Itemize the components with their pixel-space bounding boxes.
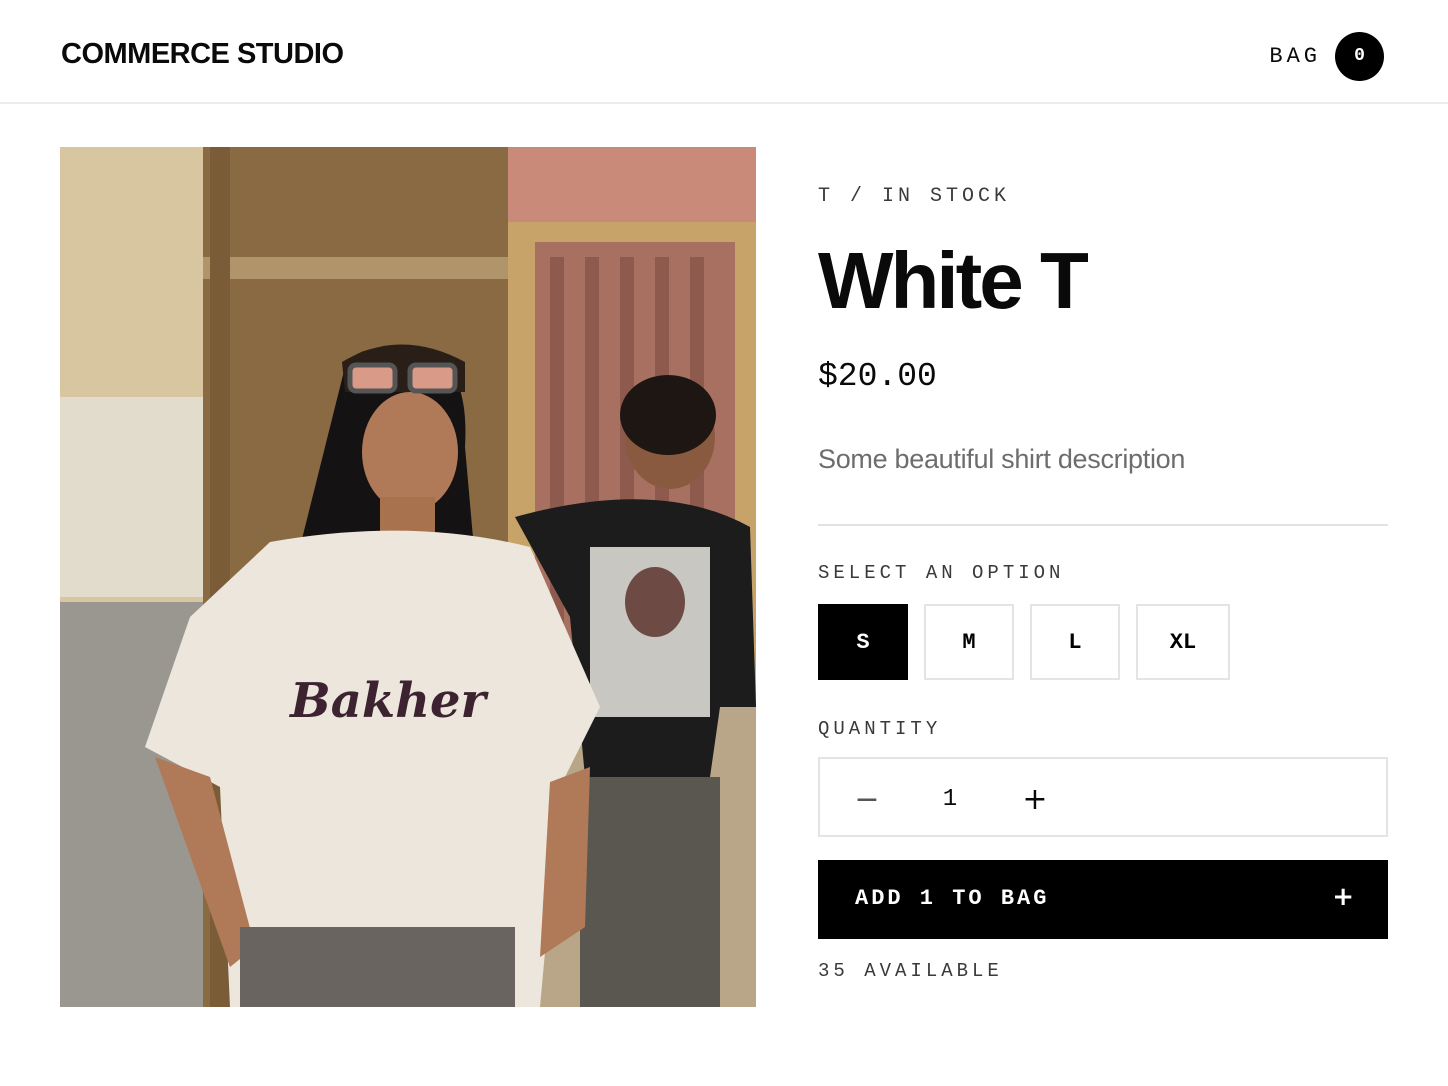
add-to-bag-label: ADD 1 TO BAG xyxy=(855,886,1050,911)
bag-label: BAG xyxy=(1269,43,1321,69)
shirt-print: Bakher xyxy=(288,673,489,729)
breadcrumb[interactable]: T / IN STOCK xyxy=(818,185,1010,208)
site-header: COMMERCE STUDIO BAG 0 xyxy=(0,0,1448,104)
size-option-xl[interactable]: XL xyxy=(1136,604,1230,680)
plus-icon: + xyxy=(1332,882,1354,912)
product-price: $20.00 xyxy=(818,358,937,395)
bag-count-badge: 0 xyxy=(1335,31,1384,81)
option-label: SELECT AN OPTION xyxy=(818,562,1065,584)
bag-button[interactable]: BAG 0 xyxy=(1269,31,1384,81)
product-photo-illustration: Bakher xyxy=(60,147,756,1007)
quantity-label: QUANTITY xyxy=(818,718,942,740)
brand-logo[interactable]: COMMERCE STUDIO xyxy=(61,36,344,72)
plus-icon[interactable]: + xyxy=(1013,777,1057,821)
product-title: White T xyxy=(818,236,1089,325)
add-to-bag-button[interactable]: ADD 1 TO BAG + xyxy=(818,860,1388,939)
size-option-l[interactable]: L xyxy=(1030,604,1120,680)
size-option-m[interactable]: M xyxy=(924,604,1014,680)
minus-icon[interactable]: − xyxy=(845,777,889,821)
quantity-input[interactable] xyxy=(920,781,980,817)
product-image[interactable]: Bakher xyxy=(60,147,756,1007)
divider xyxy=(818,524,1388,526)
size-option-s[interactable]: S xyxy=(818,604,908,680)
size-selector: S M L XL xyxy=(818,604,1246,680)
availability-text: 35 AVAILABLE xyxy=(818,960,1003,982)
quantity-stepper: − + xyxy=(818,757,1388,837)
product-description: Some beautiful shirt description xyxy=(818,444,1186,474)
